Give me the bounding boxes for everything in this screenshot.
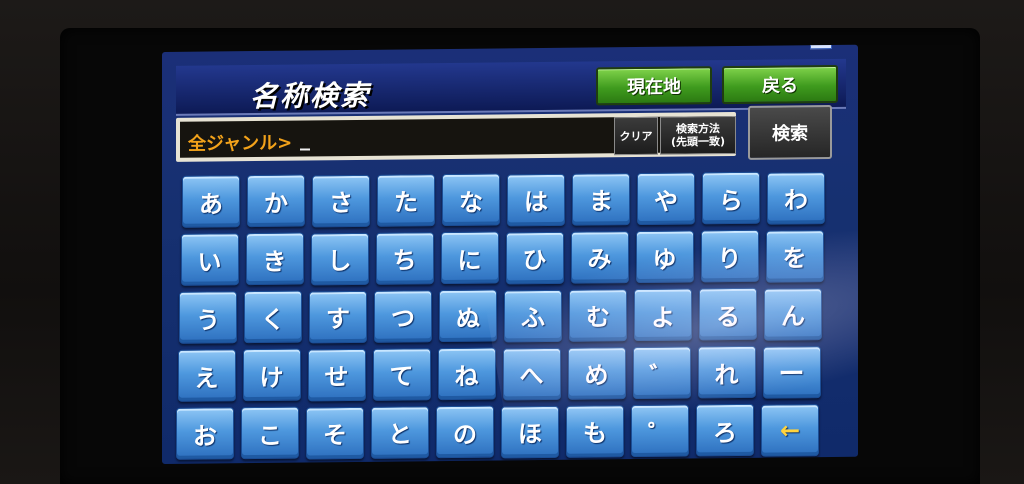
- kana-key[interactable]: せ: [307, 348, 366, 402]
- kana-key[interactable]: を: [765, 229, 824, 283]
- kana-key[interactable]: ら: [702, 172, 760, 225]
- kana-key[interactable]: み: [570, 230, 629, 284]
- search-input-text-wrap: 全ジャンル>: [188, 128, 311, 155]
- kana-key[interactable]: く: [244, 290, 302, 344]
- handakuten-key[interactable]: ゜: [631, 404, 689, 458]
- navigation-device: 名称検索 現在地 戻る ⚡ 全ジャンル> クリア 検索方法 (先頭一致) 検索 …: [0, 0, 1024, 484]
- kana-key[interactable]: う: [179, 291, 237, 344]
- kana-key[interactable]: も: [566, 404, 624, 458]
- kana-key[interactable]: ま: [572, 172, 630, 226]
- kana-key[interactable]: に: [440, 231, 499, 285]
- kana-key[interactable]: さ: [312, 174, 370, 228]
- dakuten-key[interactable]: ゛: [632, 346, 691, 400]
- kana-key[interactable]: お: [176, 407, 234, 460]
- kana-key[interactable]: し: [310, 232, 369, 286]
- search-input-area: 全ジャンル> クリア 検索方法 (先頭一致): [176, 111, 736, 162]
- kana-key[interactable]: む: [569, 288, 627, 342]
- long-vowel-key[interactable]: ー: [762, 345, 821, 399]
- back-button[interactable]: 戻る: [722, 64, 838, 105]
- kana-key[interactable]: ひ: [505, 231, 564, 284]
- kana-key[interactable]: ち: [375, 232, 434, 285]
- kana-key[interactable]: の: [436, 405, 494, 459]
- page-title: 名称検索: [250, 78, 371, 114]
- kana-key[interactable]: え: [177, 349, 236, 402]
- search-method-label: 検索方法: [676, 122, 720, 136]
- kana-key[interactable]: そ: [306, 406, 364, 460]
- nav-screen: 名称検索 現在地 戻る ⚡ 全ジャンル> クリア 検索方法 (先頭一致) 検索 …: [162, 44, 858, 464]
- clear-button[interactable]: クリア: [614, 116, 658, 156]
- search-input-value: 全ジャンル>: [188, 132, 293, 155]
- kana-key[interactable]: ね: [437, 347, 496, 401]
- kana-key[interactable]: と: [371, 406, 429, 459]
- header-bar: 名称検索 現在地 戻る: [176, 58, 846, 116]
- kana-key[interactable]: れ: [697, 346, 756, 399]
- kana-key[interactable]: め: [567, 346, 626, 400]
- search-method-mode: (先頭一致): [670, 135, 726, 149]
- kana-key[interactable]: へ: [502, 347, 561, 400]
- kana-key[interactable]: は: [507, 173, 565, 226]
- kana-key[interactable]: よ: [634, 288, 692, 342]
- kana-key[interactable]: わ: [767, 171, 825, 225]
- search-method-button[interactable]: 検索方法 (先頭一致): [660, 115, 736, 155]
- kana-key[interactable]: ぬ: [439, 289, 497, 343]
- kana-key[interactable]: き: [245, 232, 304, 286]
- kana-key[interactable]: か: [247, 174, 305, 228]
- kana-key[interactable]: り: [700, 230, 759, 283]
- kana-key[interactable]: つ: [374, 290, 432, 343]
- text-cursor: [300, 148, 311, 151]
- kana-key[interactable]: こ: [241, 406, 299, 460]
- kana-key[interactable]: な: [442, 173, 500, 227]
- kana-key[interactable]: け: [242, 348, 301, 402]
- kana-key[interactable]: た: [377, 174, 435, 227]
- backspace-key[interactable]: ←: [761, 403, 819, 457]
- kana-key[interactable]: ゆ: [635, 230, 694, 284]
- kana-key[interactable]: す: [309, 290, 367, 344]
- current-location-button[interactable]: 現在地: [596, 66, 712, 106]
- kana-keyboard: あかさたなはまやらわいきしちにひみゆりをうくすつぬふむよるんえけせてねへめ゛れー…: [176, 169, 838, 462]
- kana-key[interactable]: あ: [182, 175, 240, 228]
- kana-key[interactable]: る: [699, 288, 757, 341]
- search-button[interactable]: 検索: [748, 104, 832, 160]
- kana-key[interactable]: い: [180, 233, 239, 286]
- kana-key[interactable]: ふ: [504, 289, 562, 342]
- kana-key[interactable]: や: [637, 172, 695, 226]
- kana-key[interactable]: て: [372, 348, 431, 401]
- signal-icon: ⚡: [810, 44, 832, 50]
- kana-key[interactable]: ろ: [696, 404, 754, 457]
- kana-key[interactable]: ん: [764, 287, 822, 341]
- kana-key[interactable]: ほ: [501, 405, 559, 458]
